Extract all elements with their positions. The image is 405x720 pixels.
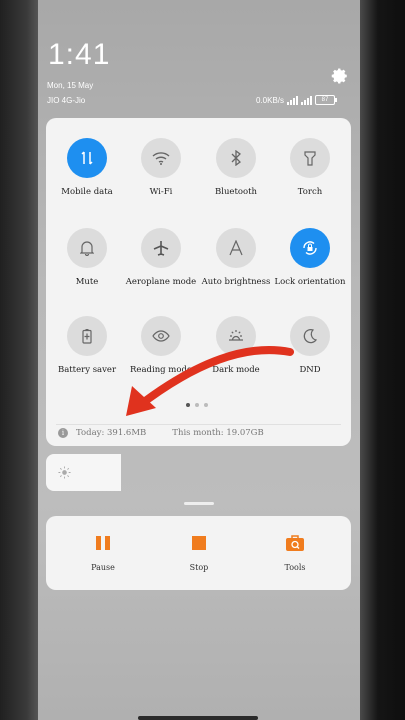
battery-saver-icon [67, 316, 107, 356]
signal-bars-secondary-icon [301, 95, 313, 105]
stop-icon [192, 536, 206, 550]
recorder-controls: Pause Stop Tools [46, 516, 351, 590]
tile-aeroplane[interactable]: Aeroplane mode [123, 228, 199, 287]
lock-orientation-icon [290, 228, 330, 268]
tile-mute[interactable]: Mute [49, 228, 125, 287]
status-indicators: 0.0KB/s 87 [256, 95, 338, 105]
tile-label: Mobile data [61, 187, 113, 197]
auto-brightness-icon [216, 228, 256, 268]
drag-handle[interactable] [184, 502, 214, 505]
tile-label: Wi-Fi [149, 187, 173, 197]
background-blur-right [360, 0, 405, 720]
bell-icon [67, 228, 107, 268]
sun-icon [58, 466, 71, 479]
tile-lock-orientation[interactable]: Lock orientation [272, 228, 348, 287]
aeroplane-icon [141, 228, 181, 268]
tile-torch[interactable]: Torch [272, 138, 348, 197]
tile-auto-brightness[interactable]: Auto brightness [198, 228, 274, 287]
tile-label: Torch [297, 187, 323, 197]
tile-mobile-data[interactable]: Mobile data [49, 138, 125, 197]
stop-button[interactable]: Stop [174, 534, 224, 572]
pause-label: Pause [91, 563, 115, 572]
status-date: Mon, 15 May [47, 81, 94, 90]
usage-month: This month: 19.07GB [172, 428, 264, 438]
signal-bars-icon [287, 95, 299, 105]
background-blur-left [0, 0, 38, 720]
tools-button[interactable]: Tools [270, 534, 320, 572]
tile-bluetooth[interactable]: Bluetooth [198, 138, 274, 197]
tile-label: Lock orientation [274, 277, 346, 287]
pause-icon [96, 536, 110, 550]
mobile-data-icon [67, 138, 107, 178]
tile-label: Bluetooth [214, 187, 257, 197]
network-speed: 0.0KB/s [256, 95, 285, 105]
battery-icon: 87 [315, 95, 338, 105]
status-carrier: JIO 4G-Jio [47, 96, 86, 105]
usage-today: Today: 391.6MB [76, 428, 147, 438]
gear-icon[interactable] [331, 67, 349, 85]
tile-label: Mute [75, 277, 99, 287]
data-usage-row[interactable]: i Today: 391.6MB This month: 19.07GB [58, 428, 264, 438]
tile-label: Battery saver [57, 365, 117, 375]
torch-icon [290, 138, 330, 178]
bluetooth-icon [216, 138, 256, 178]
toolbox-icon [286, 535, 304, 551]
tile-wifi[interactable]: Wi-Fi [123, 138, 199, 197]
status-clock: 1:41 [48, 38, 111, 71]
home-indicator[interactable] [138, 716, 258, 720]
tile-label: Aeroplane mode [125, 277, 197, 287]
tile-label: Auto brightness [201, 277, 271, 287]
tile-battery-saver[interactable]: Battery saver [49, 316, 125, 375]
annotation-arrow-icon [126, 346, 294, 416]
brightness-slider[interactable] [46, 454, 121, 491]
stop-label: Stop [189, 563, 209, 572]
info-icon: i [58, 428, 68, 438]
pause-button[interactable]: Pause [78, 534, 128, 572]
tools-label: Tools [284, 563, 306, 572]
phone-screen: 1:41 Mon, 15 May JIO 4G-Jio 0.0KB/s 87 M… [38, 0, 360, 720]
wifi-icon [141, 138, 181, 178]
divider [56, 424, 341, 425]
